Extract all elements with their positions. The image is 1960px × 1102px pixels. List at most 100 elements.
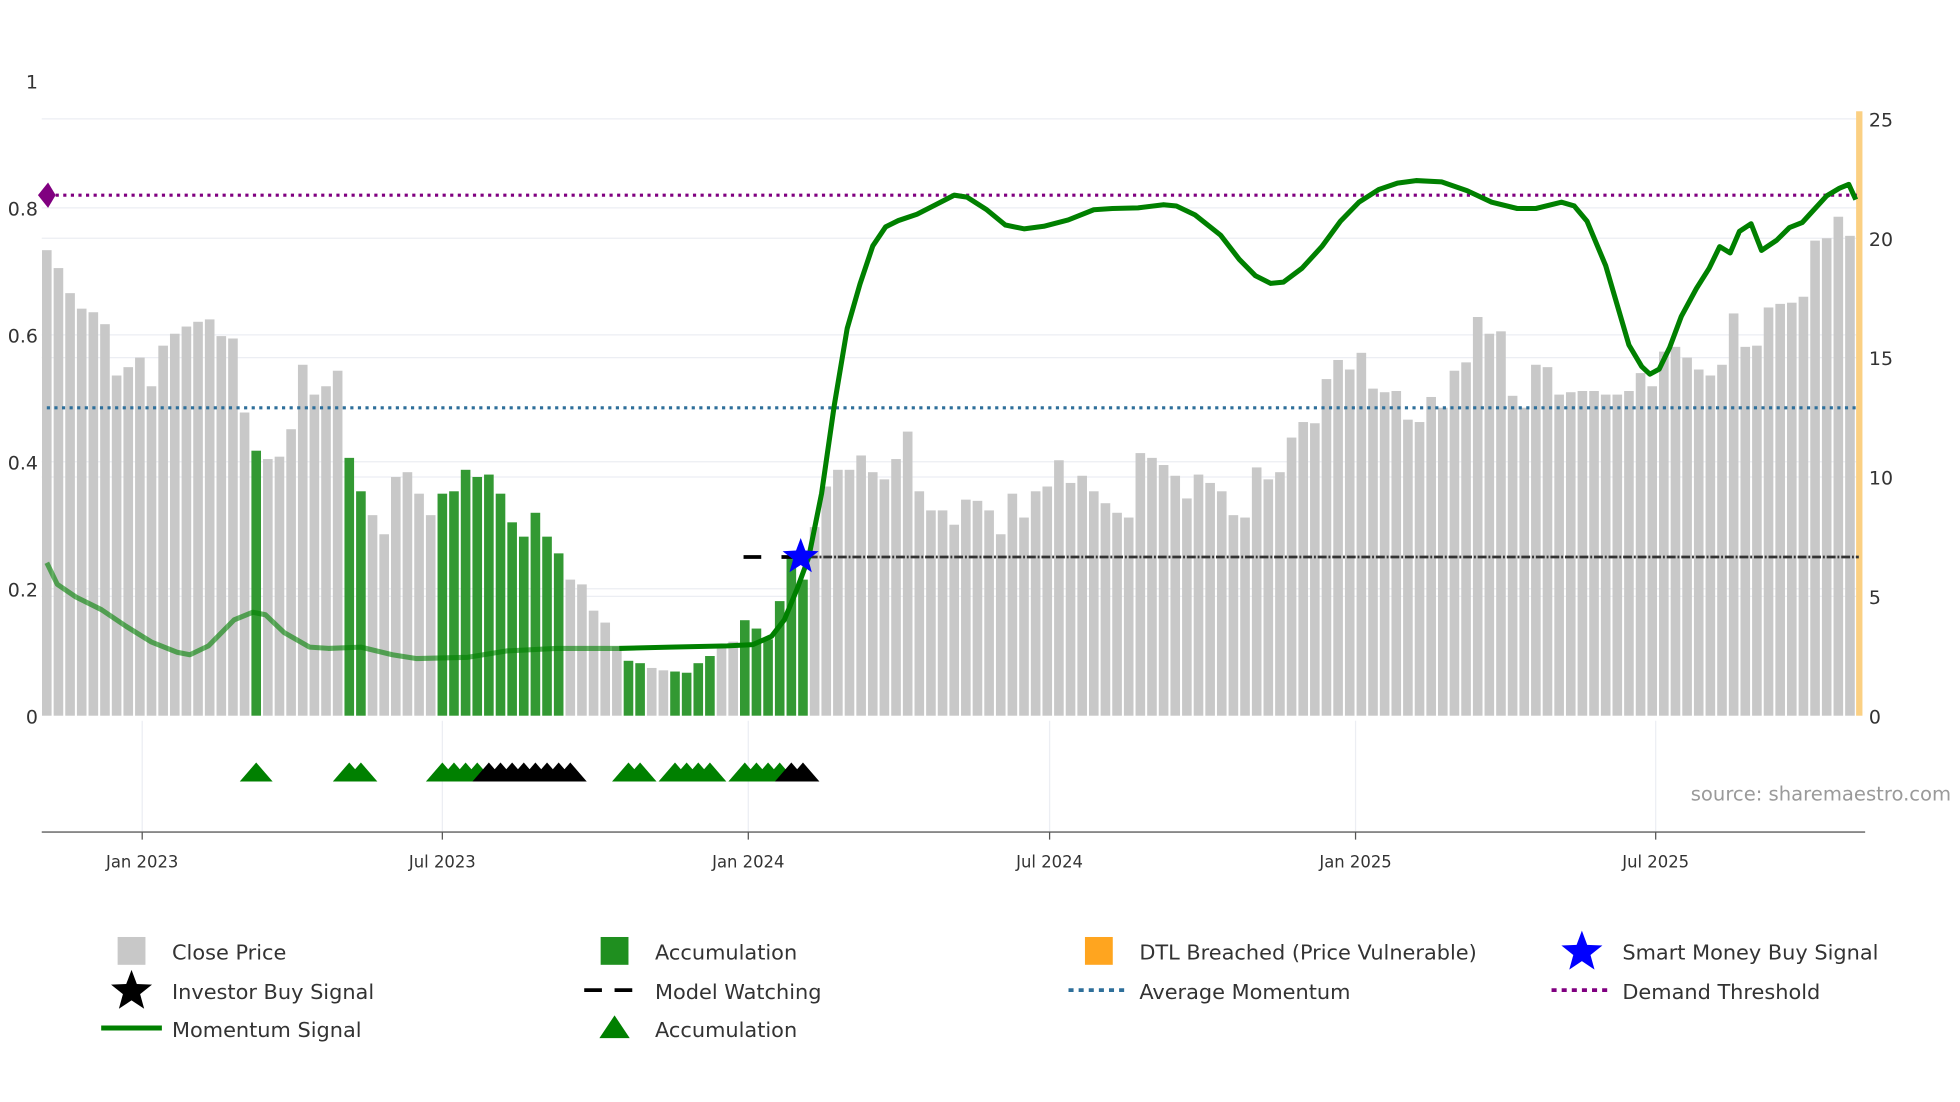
left-tick-label: 0.2 — [8, 579, 38, 601]
close-price-bar — [891, 459, 901, 716]
legend-label: Average Momentum — [1139, 980, 1350, 1004]
close-price-bar — [1484, 333, 1495, 716]
close-price-bar — [1286, 437, 1297, 716]
close-price-bar — [1810, 240, 1820, 716]
legend-item: Accumulation — [599, 1015, 797, 1042]
accumulation-bar — [356, 491, 366, 716]
accumulation-bar — [484, 474, 494, 716]
close-price-bar — [1705, 375, 1716, 716]
close-price-bar — [391, 476, 401, 716]
close-price-bar — [1147, 457, 1157, 716]
close-price-bar — [600, 622, 611, 716]
close-price-bar — [1554, 394, 1564, 716]
close-price-bar — [332, 370, 343, 716]
close-price-bar — [1251, 467, 1262, 716]
close-price-bar — [1659, 351, 1669, 716]
close-price-bar — [1368, 388, 1378, 716]
legend-item: Investor Buy Signal — [111, 969, 374, 1009]
close-price-bar — [1275, 472, 1285, 716]
close-price-bar — [937, 510, 948, 716]
close-price-bar — [1205, 482, 1215, 716]
close-price-bar — [1472, 317, 1483, 716]
accumulation-bar — [798, 579, 808, 716]
x-tick-label: Jul 2025 — [1621, 852, 1689, 871]
legend-item: Average Momentum — [1068, 980, 1350, 1004]
close-price-bar — [1717, 364, 1727, 716]
accumulation-bar — [670, 671, 680, 716]
close-price-bar — [1763, 307, 1774, 716]
close-price-bar — [181, 326, 192, 716]
close-price-bar — [228, 338, 238, 716]
close-price-bar — [1298, 422, 1309, 716]
legend-label: Close Price — [172, 941, 286, 965]
right-tick-label: 15 — [1869, 348, 1893, 370]
left-tick-label: 0 — [26, 706, 38, 728]
close-price-bar — [1123, 517, 1134, 716]
close-price-bar — [961, 499, 971, 716]
close-price-bar — [867, 472, 878, 716]
close-price-bar — [1461, 362, 1471, 716]
legend-label: Smart Money Buy Signal — [1622, 941, 1878, 965]
close-price-bar — [1589, 391, 1599, 716]
legend-label: Momentum Signal — [172, 1018, 362, 1042]
close-price-bar — [926, 510, 936, 716]
x-tick-label: Jan 2024 — [711, 852, 784, 871]
close-price-bar — [1263, 479, 1274, 716]
close-price-bar — [274, 456, 285, 716]
close-price-bar — [1752, 345, 1762, 716]
close-price-bar — [263, 459, 273, 716]
close-price-bar — [169, 333, 180, 716]
legend-label: Accumulation — [655, 1018, 797, 1042]
accumulation-bar — [705, 656, 715, 716]
accumulation-bar — [740, 620, 750, 716]
accumulation-bar — [542, 536, 552, 716]
momentum-chart: Jan 2023 Jul 2023 Jan 2024 Jul 2024 Jan 2025… — [8, 72, 1951, 1042]
close-price-bar — [135, 357, 145, 716]
close-price-bar — [1414, 422, 1425, 716]
right-tick-label: 20 — [1869, 229, 1893, 251]
close-price-bar — [1647, 386, 1658, 716]
accumulation-bar — [681, 672, 692, 716]
legend-label: Model Watching — [655, 980, 821, 1004]
close-price-bar — [216, 336, 227, 716]
close-price-bar — [88, 312, 99, 716]
left-tick-label: 1 — [26, 72, 38, 94]
close-price-bar — [1182, 498, 1192, 716]
close-price-bar — [1577, 391, 1588, 716]
close-price-bar — [914, 491, 925, 716]
black-star-icon — [111, 969, 153, 1009]
close-price-bar — [1449, 370, 1460, 716]
close-price-bar — [146, 386, 157, 716]
close-price-bar — [1333, 359, 1343, 716]
demand-threshold-diamond-icon — [37, 182, 56, 208]
close-price-bar — [1612, 394, 1623, 716]
close-price-bar — [1112, 512, 1122, 716]
close-price-bar — [1100, 503, 1111, 716]
right-tick-label: 0 — [1869, 706, 1881, 728]
left-tick-label: 0.4 — [8, 452, 38, 474]
close-price-bar — [1740, 346, 1751, 716]
close-price-bar — [53, 268, 64, 716]
close-price-bar — [879, 479, 890, 716]
accumulation-bar — [495, 493, 506, 716]
left-tick-label: 0.6 — [8, 325, 38, 347]
close-price-bar — [716, 644, 727, 716]
close-price-bar — [844, 469, 855, 716]
close-price-bar — [972, 500, 983, 716]
close-price-bar — [1193, 474, 1204, 716]
right-tick-label: 10 — [1869, 468, 1893, 490]
close-price-bar — [612, 646, 622, 716]
close-price-bar — [65, 293, 75, 716]
close-price-bar — [1565, 392, 1576, 716]
close-price-bar — [1437, 407, 1448, 716]
close-price-bar — [367, 515, 378, 716]
close-price-bar — [1088, 491, 1099, 716]
legend-item: Momentum Signal — [101, 1018, 362, 1042]
legend-item: Demand Threshold — [1551, 980, 1820, 1004]
accumulation-bar — [251, 450, 262, 716]
close-price-bar — [158, 345, 168, 716]
price-bars — [42, 111, 1863, 716]
right-tick-label: 5 — [1869, 587, 1881, 609]
source-label: source: sharemaestro.com — [1691, 782, 1951, 805]
right-tick-label: 25 — [1869, 109, 1893, 131]
